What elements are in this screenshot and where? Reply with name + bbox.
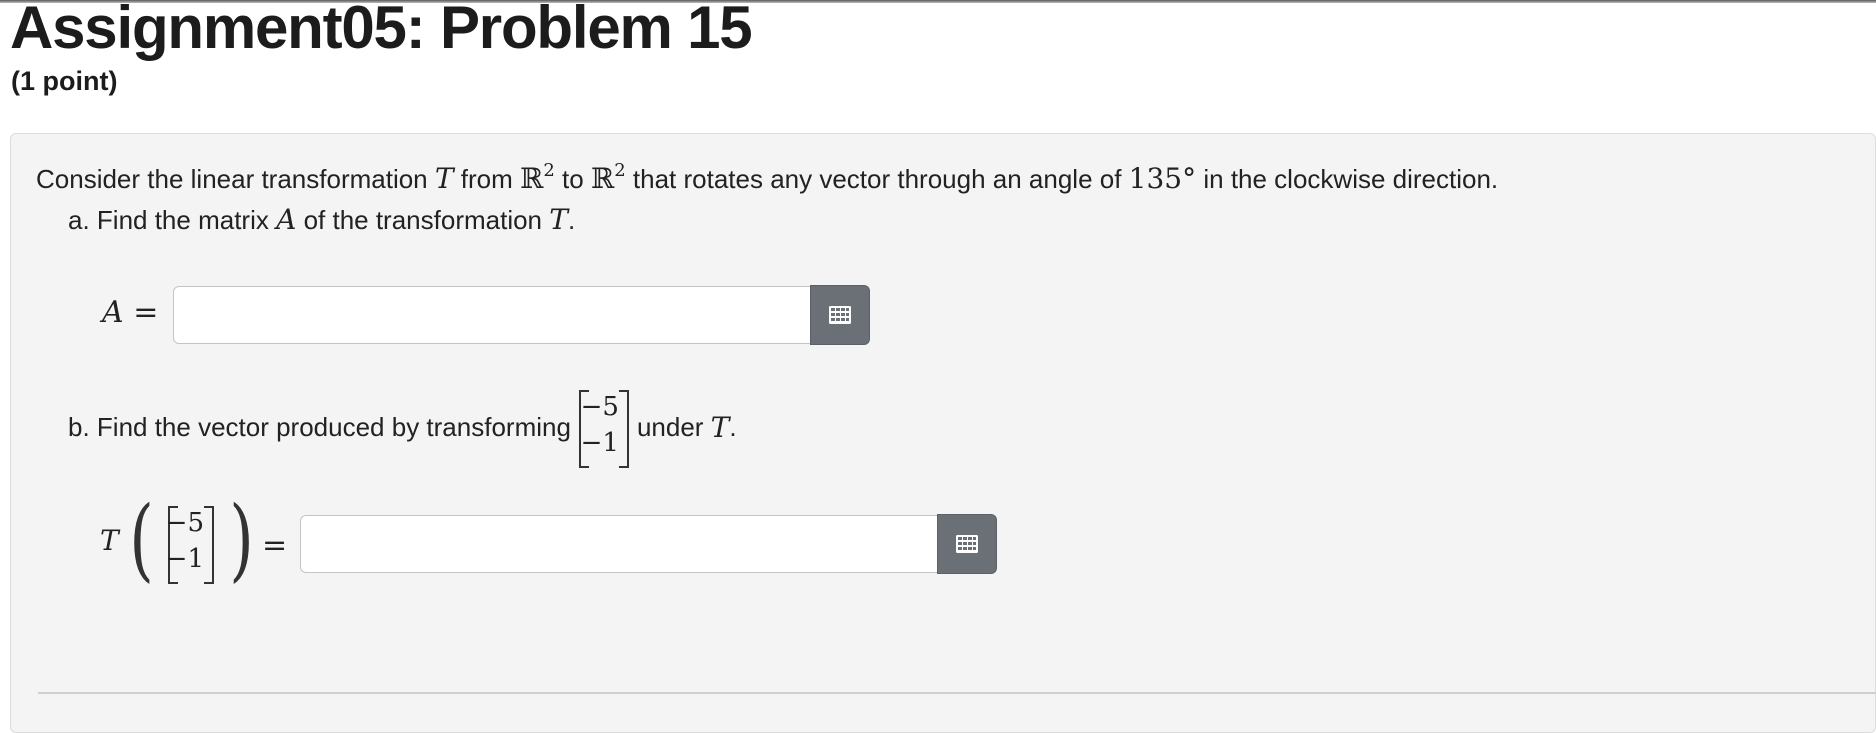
math-R: ℝ bbox=[590, 162, 615, 195]
right-bracket bbox=[618, 390, 629, 468]
vector-entry-button[interactable] bbox=[937, 514, 997, 574]
grid-icon bbox=[956, 535, 978, 553]
math-T: T bbox=[710, 410, 730, 444]
rotation-text: that rotates any vector through an angle… bbox=[632, 164, 1122, 194]
points-label: (1 point) bbox=[11, 66, 118, 96]
left-paren: ( bbox=[129, 487, 154, 592]
vector-entry-top: −5 bbox=[580, 392, 619, 422]
vector-entry-bottom: −1 bbox=[165, 544, 204, 574]
part-a-question: a. Find the matrix A of the transformati… bbox=[68, 203, 575, 236]
equals-sign: = bbox=[262, 528, 288, 563]
math-A: A bbox=[276, 203, 297, 236]
period: . bbox=[729, 411, 737, 442]
math-T: T bbox=[434, 162, 454, 195]
math-T: T bbox=[549, 203, 568, 236]
from-text: from bbox=[460, 164, 513, 194]
under-text: under bbox=[636, 411, 704, 442]
intro-text: Consider the linear transformation bbox=[36, 164, 428, 194]
column-vector-lhs: −5 −1 bbox=[165, 504, 216, 584]
answer-a-input[interactable] bbox=[173, 286, 811, 344]
period: . bbox=[567, 205, 576, 235]
column-vector: −5 −1 bbox=[577, 388, 631, 468]
matrix-entry-button[interactable] bbox=[810, 285, 870, 345]
grid-icon bbox=[829, 306, 851, 324]
part-b-lhs-T: T bbox=[100, 523, 119, 558]
answer-b-input[interactable] bbox=[300, 515, 938, 573]
math-T: T bbox=[100, 524, 119, 557]
math-angle: 135° bbox=[1128, 162, 1197, 195]
page-title: Assignment05: Problem 15 bbox=[10, 0, 753, 61]
right-paren: ) bbox=[229, 487, 254, 592]
math-exponent: 2 bbox=[614, 160, 626, 181]
to-text: to bbox=[562, 164, 584, 194]
right-bracket bbox=[204, 506, 214, 584]
vector-entry-top: −5 bbox=[165, 508, 204, 538]
math-R: ℝ bbox=[520, 162, 544, 195]
part-b-question: b. Find the vector produced by transform… bbox=[68, 388, 737, 468]
vector-entry-bottom: −1 bbox=[580, 428, 619, 458]
part-a-lhs: A = bbox=[102, 295, 158, 330]
part-a-text: a. Find the matrix bbox=[68, 205, 269, 235]
part-a-text-2: of the transformation bbox=[303, 205, 543, 235]
matrix-A-equals: A = bbox=[102, 295, 159, 330]
direction-text: in the clockwise direction. bbox=[1203, 164, 1499, 194]
problem-statement: Consider the linear transformation T fro… bbox=[36, 160, 1498, 195]
math-exponent: 2 bbox=[543, 160, 555, 181]
divider bbox=[38, 692, 1876, 694]
part-b-text: b. Find the vector produced by transform… bbox=[68, 411, 571, 442]
